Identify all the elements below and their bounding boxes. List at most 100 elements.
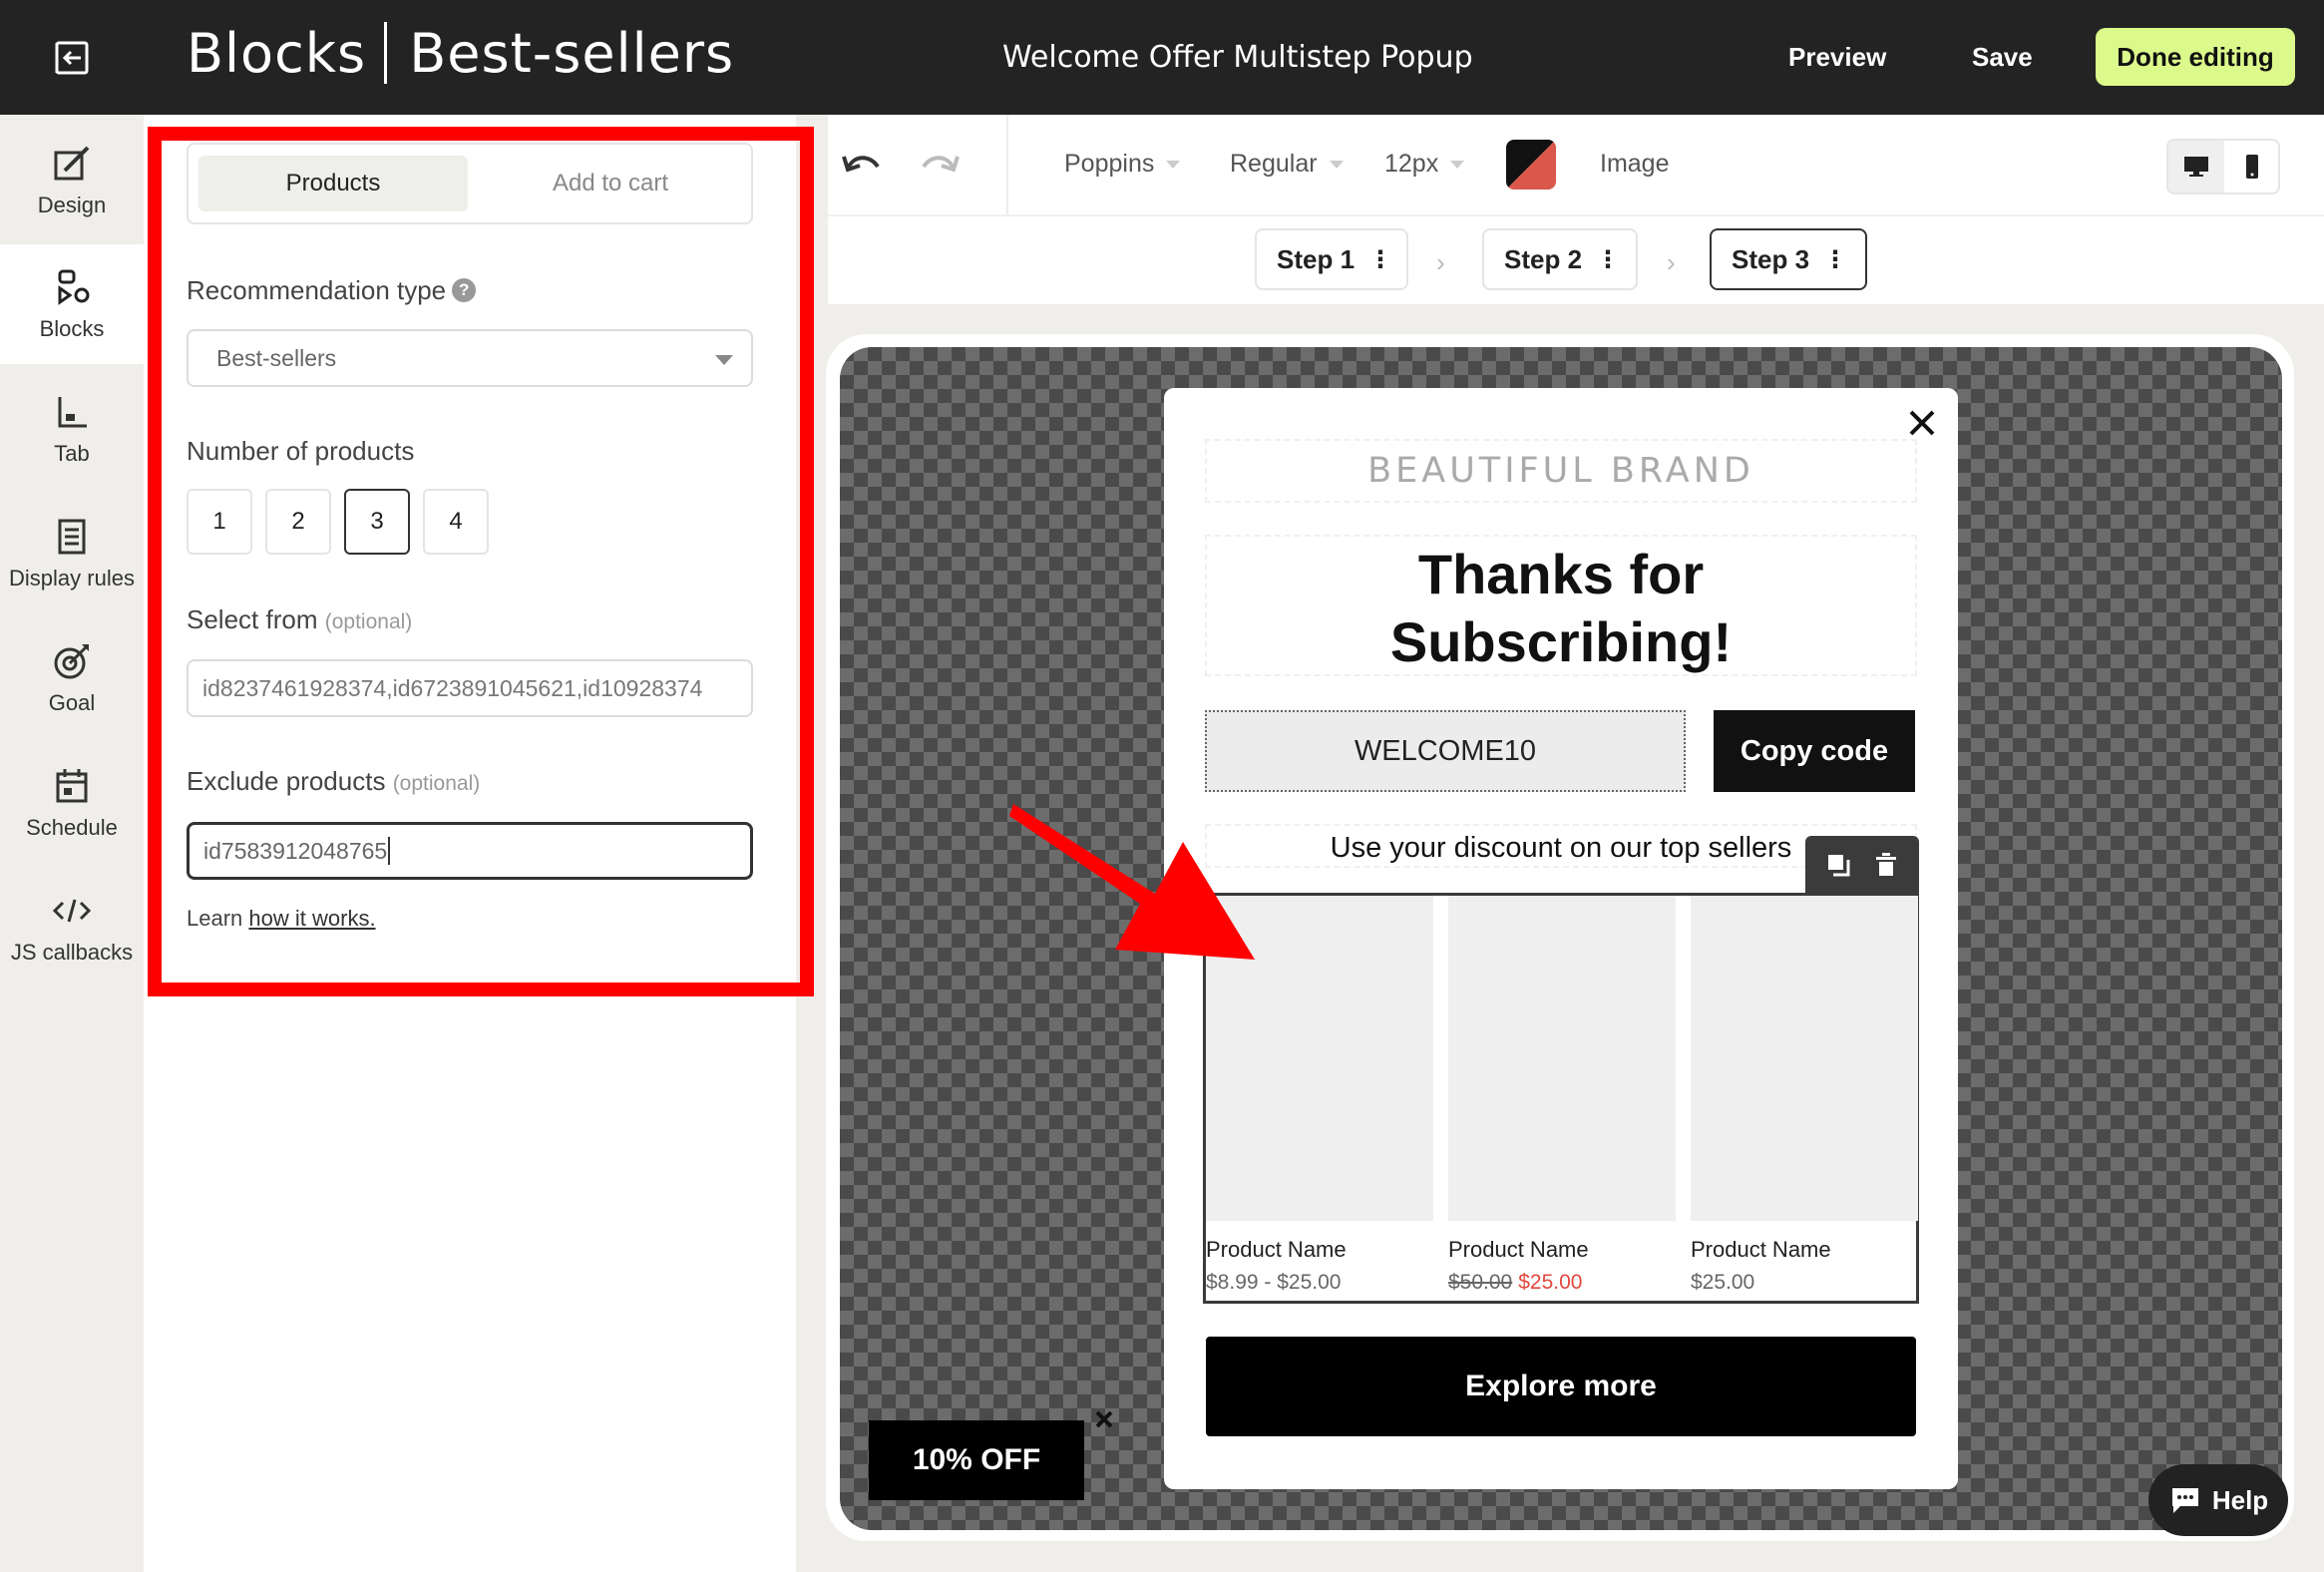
font-weight-dropdown[interactable]: Regular — [1230, 150, 1344, 179]
font-weight-value: Regular — [1230, 150, 1318, 178]
product-card[interactable]: Product Name $8.99 - $25.00 — [1206, 896, 1433, 1295]
count-option-3[interactable]: 3 — [344, 489, 410, 555]
headline-line-1: Thanks for — [1417, 543, 1705, 605]
product-image-placeholder — [1448, 896, 1676, 1221]
select-from-text: Select from — [187, 604, 318, 634]
optional-note: (optional) — [324, 610, 413, 633]
select-from-input[interactable]: id8237461928374,id6723891045621,id109283… — [187, 659, 753, 717]
mobile-icon — [2246, 155, 2258, 179]
desktop-icon — [2184, 157, 2208, 177]
exclude-products-text: Exclude products — [187, 766, 386, 796]
how-it-works-link[interactable]: how it works. — [248, 906, 375, 931]
nav-item-blocks[interactable]: Blocks — [0, 244, 144, 364]
nav-item-js-callbacks[interactable]: JS callbacks — [0, 868, 144, 987]
exit-editor-button[interactable] — [40, 30, 104, 86]
save-button[interactable]: Save — [1972, 42, 2033, 73]
chat-icon — [2171, 1488, 2198, 1513]
headline-line-2: Subscribing! — [1389, 610, 1733, 673]
best-sellers-block[interactable]: Product Name $8.99 - $25.00 Product Name… — [1203, 893, 1919, 1304]
step-label: Step 2 — [1504, 243, 1583, 274]
count-option-1[interactable]: 1 — [187, 489, 252, 555]
step-2-tab[interactable]: Step 2 ⋮ — [1482, 228, 1638, 290]
duplicate-block-button[interactable] — [1821, 848, 1855, 882]
nav-item-goal[interactable]: Goal — [0, 618, 144, 738]
more-vertical-icon[interactable]: ⋮ — [1596, 245, 1620, 274]
page-title: Blocks Best-sellers — [187, 22, 734, 88]
color-swatch[interactable] — [1506, 140, 1556, 190]
delete-block-button[interactable] — [1869, 848, 1903, 882]
teaser-close-icon[interactable] — [1091, 1406, 1117, 1432]
step-label: Step 1 — [1277, 243, 1356, 274]
recommendation-type-value: Best-sellers — [216, 344, 337, 371]
preview-button[interactable]: Preview — [1788, 42, 1886, 73]
redo-icon — [922, 156, 960, 173]
nav-item-display-rules[interactable]: Display rules — [0, 494, 144, 613]
exclude-products-input[interactable]: id7583912048765 — [187, 822, 753, 880]
undo-button[interactable] — [838, 142, 884, 186]
teaser-tab[interactable]: 10% OFF — [869, 1420, 1084, 1500]
chevron-down-icon — [715, 355, 733, 365]
trash-icon — [1876, 853, 1896, 876]
product-card[interactable]: Product Name $25.00 — [1691, 896, 1918, 1295]
product-image-placeholder — [1206, 896, 1433, 1221]
font-family-value: Poppins — [1064, 150, 1155, 178]
mobile-view-button[interactable] — [2224, 141, 2280, 193]
more-vertical-icon[interactable]: ⋮ — [1368, 245, 1392, 274]
count-option-4[interactable]: 4 — [423, 489, 489, 555]
schedule-icon — [51, 765, 93, 807]
font-size-dropdown[interactable]: 12px — [1384, 150, 1465, 179]
title-secondary: Best-sellers — [409, 22, 735, 85]
top-bar: Blocks Best-sellers Welcome Offer Multist… — [0, 0, 2324, 115]
campaign-name[interactable]: Welcome Offer Multistep Popup — [1002, 40, 1473, 75]
font-family-dropdown[interactable]: Poppins — [1064, 150, 1181, 179]
help-button[interactable]: Help — [2148, 1464, 2288, 1536]
product-price: $50.00 $25.00 — [1448, 1271, 1676, 1295]
duplicate-icon — [1828, 855, 1850, 877]
done-editing-button[interactable]: Done editing — [2096, 28, 2295, 86]
nav-item-schedule[interactable]: Schedule — [0, 743, 144, 863]
headline-block[interactable]: Thanks for Subscribing! — [1205, 535, 1917, 676]
redo-button[interactable] — [918, 142, 964, 186]
tab-products[interactable]: Products — [198, 156, 468, 211]
product-name: Product Name — [1691, 1237, 1831, 1262]
nav-item-tab[interactable]: Tab — [0, 369, 144, 489]
more-vertical-icon[interactable]: ⋮ — [1823, 245, 1847, 274]
nav-label-design: Design — [37, 193, 107, 217]
chevron-right-icon: › — [1667, 247, 1676, 277]
step-3-tab[interactable]: Step 3 ⋮ — [1710, 228, 1867, 290]
design-icon — [51, 143, 93, 185]
sale-price: $25.00 — [1518, 1271, 1583, 1294]
product-image-placeholder — [1691, 896, 1918, 1221]
product-price: $8.99 - $25.00 — [1206, 1271, 1342, 1294]
step-label: Step 3 — [1732, 243, 1810, 274]
select-from-label: Select from (optional) — [187, 604, 412, 635]
count-option-2[interactable]: 2 — [265, 489, 331, 555]
product-name: Product Name — [1448, 1237, 1589, 1262]
image-button[interactable]: Image — [1600, 150, 1669, 179]
close-icon[interactable] — [1905, 406, 1939, 440]
tab-add-to-cart[interactable]: Add to cart — [476, 156, 745, 211]
copy-code-button[interactable]: Copy code — [1714, 710, 1915, 792]
toolbar-divider — [1006, 115, 1008, 214]
nav-label-blocks: Blocks — [39, 316, 105, 341]
undo-icon — [842, 156, 880, 173]
panel-scrollbar[interactable] — [796, 115, 806, 304]
nav-item-design[interactable]: Design — [0, 121, 144, 240]
help-icon[interactable]: ? — [452, 278, 477, 303]
product-card[interactable]: Product Name $50.00 $25.00 — [1448, 896, 1676, 1295]
tab-icon — [51, 391, 93, 433]
original-price: $50.00 — [1448, 1271, 1513, 1294]
recommendation-type-select[interactable]: Best-sellers — [187, 329, 753, 387]
brand-text-block[interactable]: BEAUTIFUL BRAND — [1205, 439, 1917, 503]
nav-label-schedule: Schedule — [26, 815, 118, 840]
explore-more-button[interactable]: Explore more — [1206, 1337, 1916, 1436]
chevron-right-icon: › — [1436, 247, 1445, 277]
goal-icon — [51, 640, 93, 682]
nav-label-tab: Tab — [54, 441, 90, 466]
learn-more-text: Learn how it works. — [187, 906, 376, 932]
discount-code-box[interactable]: WELCOME10 — [1205, 710, 1686, 792]
select-from-value: id8237461928374,id6723891045621,id109283… — [202, 674, 703, 701]
help-label: Help — [2211, 1484, 2269, 1515]
desktop-view-button[interactable] — [2168, 141, 2224, 193]
step-1-tab[interactable]: Step 1 ⋮ — [1255, 228, 1408, 290]
